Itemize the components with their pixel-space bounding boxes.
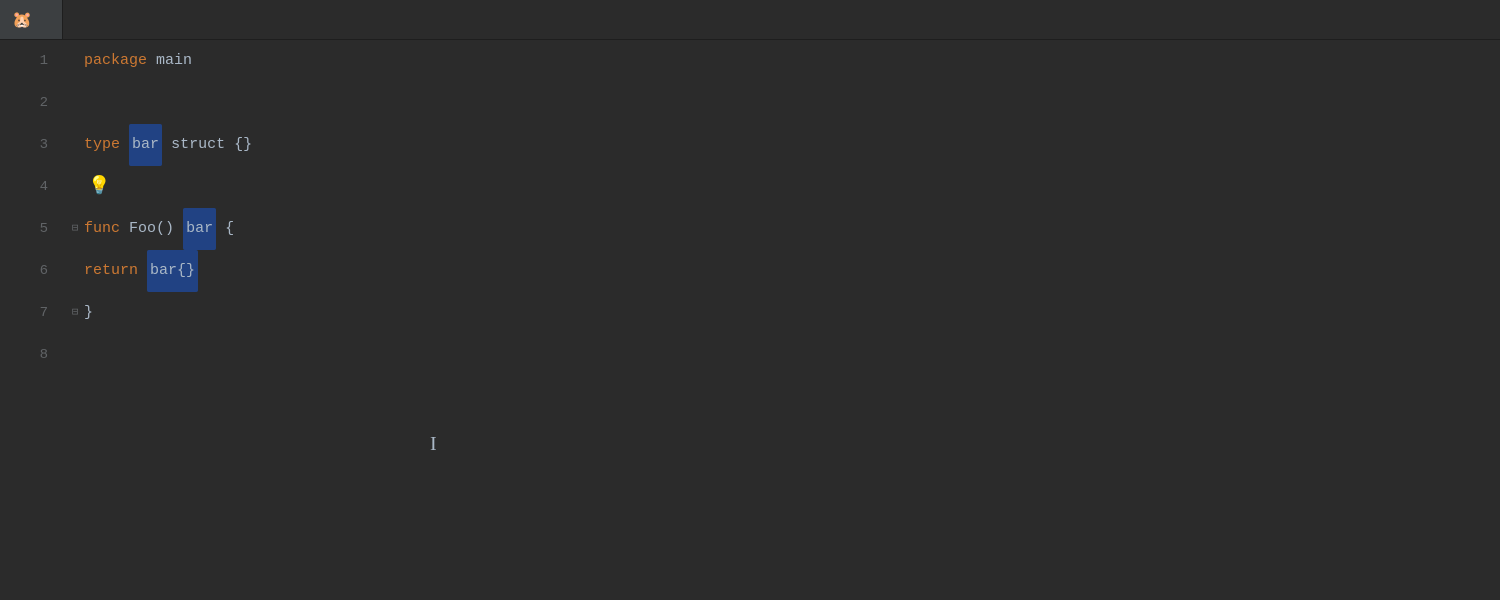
code-line-5[interactable]: ⊟func Foo() bar { — [60, 208, 1500, 250]
code-line-1[interactable]: package main — [60, 40, 1500, 82]
fold-indicator-5[interactable]: ⊟ — [68, 222, 82, 236]
token-space-6-1 — [138, 250, 147, 292]
code-area[interactable]: package maintype bar struct {}💡⊟func Foo… — [60, 40, 1500, 600]
code-line-2[interactable] — [60, 82, 1500, 124]
line-number-7: 7 — [0, 292, 60, 334]
token-3-6: {} — [234, 124, 252, 166]
line-number-6: 6 — [0, 250, 60, 292]
code-line-7[interactable]: ⊟} — [60, 292, 1500, 334]
line-number-8: 8 — [0, 334, 60, 376]
code-line-4[interactable]: 💡 — [60, 166, 1500, 208]
token-4-0: 💡 — [88, 166, 110, 208]
token-space-5-4 — [174, 208, 183, 250]
token-space-5-6 — [216, 208, 225, 250]
token-6-0: return — [84, 250, 138, 292]
token-1-0: package — [84, 40, 147, 82]
editor-area: 12345678 package maintype bar struct {}💡… — [0, 40, 1500, 600]
token-5-3: () — [156, 208, 174, 250]
token-5-5: bar — [183, 208, 216, 250]
token-5-7: { — [225, 208, 234, 250]
code-line-6[interactable]: return bar{} — [60, 250, 1500, 292]
line-number-3: 3 — [0, 124, 60, 166]
token-7-0: } — [84, 292, 93, 334]
tab-bar: 🐹 — [0, 0, 1500, 40]
token-3-0: type — [84, 124, 120, 166]
tab-close-button[interactable] — [44, 18, 50, 22]
i-beam-cursor: I — [430, 434, 437, 454]
line-number-1: 1 — [0, 40, 60, 82]
line-number-5: 5 — [0, 208, 60, 250]
token-3-2: bar — [129, 124, 162, 166]
token-6-2: bar{} — [147, 250, 198, 292]
token-space-3-5 — [225, 124, 234, 166]
line-number-4: 4 — [0, 166, 60, 208]
line-number-gutter: 12345678 — [0, 40, 60, 600]
token-5-0: func — [84, 208, 120, 250]
token-space-5-1 — [120, 208, 129, 250]
code-line-3[interactable]: type bar struct {} — [60, 124, 1500, 166]
tab-main-go[interactable]: 🐹 — [0, 0, 63, 39]
token-space-1-1 — [147, 40, 156, 82]
token-space-3-1 — [120, 124, 129, 166]
code-line-8[interactable] — [60, 334, 1500, 376]
token-5-2: Foo — [129, 208, 156, 250]
go-gopher-icon: 🐹 — [12, 10, 32, 30]
line-number-2: 2 — [0, 82, 60, 124]
token-space-3-3 — [162, 124, 171, 166]
fold-indicator-7[interactable]: ⊟ — [68, 306, 82, 320]
token-1-2: main — [156, 40, 192, 82]
token-3-4: struct — [171, 124, 225, 166]
